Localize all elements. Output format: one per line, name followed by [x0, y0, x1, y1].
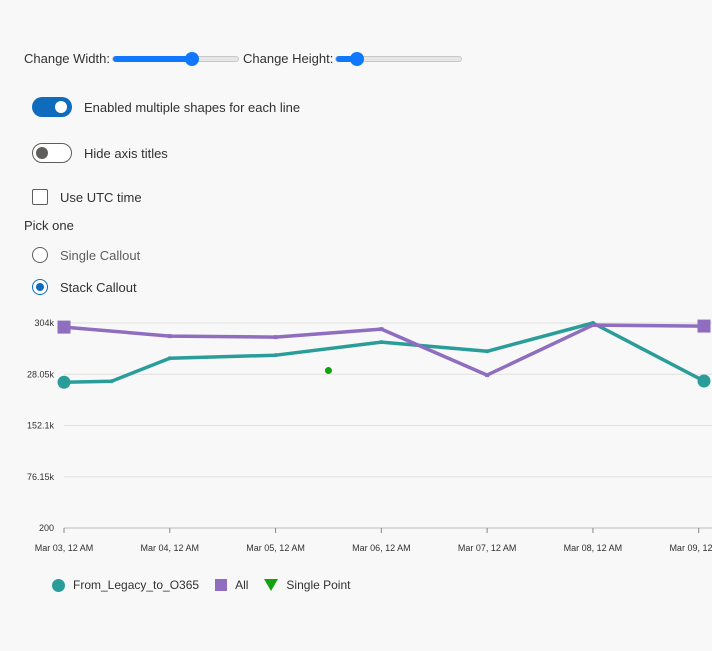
data-point	[697, 374, 711, 388]
legend-label: From_Legacy_to_O365	[73, 578, 200, 592]
legend-item-from-legacy[interactable]: From_Legacy_to_O365	[52, 578, 199, 592]
data-point	[167, 356, 172, 361]
data-point	[57, 375, 71, 389]
x-tick-label: Mar 05, 12 AM	[246, 543, 305, 553]
data-point	[273, 353, 278, 358]
data-point	[379, 340, 384, 345]
data-point	[324, 367, 332, 375]
x-tick-label: Mar 08, 12 AM	[564, 543, 623, 553]
x-tick-label: Mar 06, 12 AM	[352, 543, 411, 553]
data-point	[379, 327, 384, 332]
legend-item-all[interactable]: All	[215, 578, 248, 592]
data-point	[57, 320, 71, 334]
y-tick-label: 200	[39, 523, 54, 533]
legend-item-single-point[interactable]: Single Point	[264, 578, 350, 592]
legend-label: Single Point	[286, 578, 351, 592]
y-tick-label: 304k	[34, 318, 54, 328]
data-point	[273, 335, 278, 340]
y-tick-label: 28.05k	[27, 369, 55, 379]
square-icon	[215, 579, 228, 591]
x-tick-label: Mar 03, 12 AM	[35, 543, 94, 553]
chart-legend: From_Legacy_to_O365 All Single Point	[52, 578, 366, 592]
data-point	[109, 379, 114, 384]
y-tick-label: 152.1k	[27, 421, 55, 431]
triangle-icon	[264, 579, 279, 591]
data-point	[485, 349, 490, 354]
legend-label: All	[235, 578, 249, 592]
x-tick-label: Mar 09, 12 AM	[669, 543, 712, 553]
data-point	[590, 323, 595, 328]
y-tick-label: 76.15k	[27, 472, 55, 482]
line-chart: 304k 28.05k 152.1k 76.15k 200 Mar 03, 12 AM M…	[27, 318, 712, 553]
data-point	[697, 319, 711, 333]
circle-icon	[52, 578, 65, 592]
data-point	[485, 373, 490, 378]
x-tick-label: Mar 07, 12 AM	[458, 543, 517, 553]
x-tick-label: Mar 04, 12 AM	[141, 543, 200, 553]
data-point	[167, 334, 172, 339]
